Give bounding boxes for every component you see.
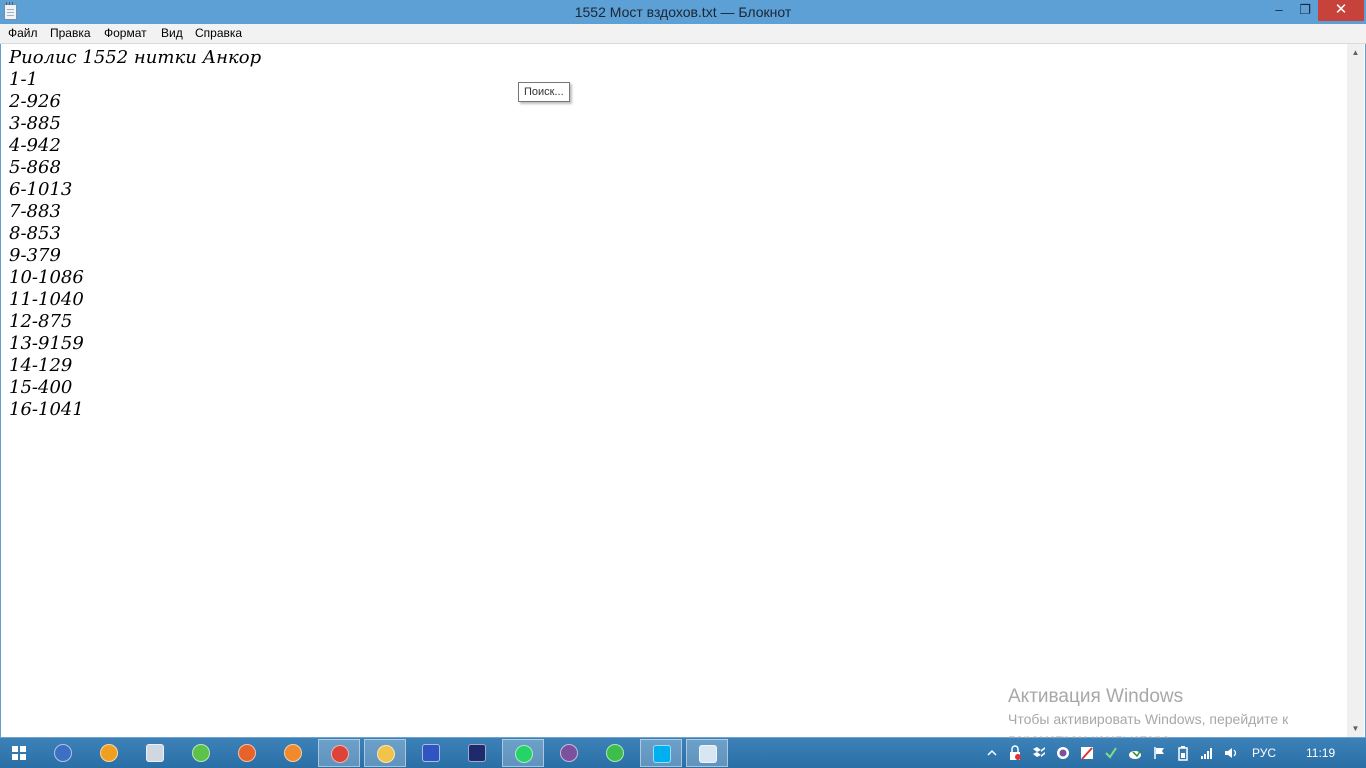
taskbar-app-button[interactable] [180,739,222,767]
antivirus-icon[interactable] [1080,745,1094,761]
whatsapp-icon [515,745,533,763]
menu-edit[interactable]: Правка [44,24,97,44]
taskbar-app-button[interactable] [364,739,406,767]
taskbar-app-button[interactable] [410,739,452,767]
text-line: 11-1040 [9,289,84,310]
text-line: 3-885 [9,113,61,134]
file-explorer-icon [377,745,395,763]
checkmark-icon[interactable] [1104,745,1118,761]
text-line: 15-400 [9,377,73,398]
taskbar-app-button[interactable] [456,739,498,767]
text-line: 2-926 [9,91,61,112]
search-tooltip: Поиск... [518,82,570,102]
taskbar-app-button[interactable] [226,739,268,767]
chevron-up-icon[interactable] [985,745,999,761]
calculator-icon [146,744,164,762]
text-line: 5-868 [9,157,61,178]
scroll-down-arrow[interactable]: ▼ [1347,720,1364,737]
menu-bar: Файл Правка Формат Вид Справка [0,24,1366,44]
text-line: 9-379 [9,245,61,266]
watermark-line: Чтобы активировать Windows, перейдите к [1008,711,1289,727]
clock[interactable]: 11:19 [1306,738,1335,768]
skype-icon [653,745,671,763]
firefox-icon [238,744,256,762]
viber-tray-icon[interactable] [1056,745,1070,761]
title-bar: 1552 Мост вздохов.txt — Блокнот – ❐ ✕ [0,0,1366,24]
text-line: 16-1041 [9,399,84,420]
fm-app-icon [468,744,486,762]
text-line: 7-883 [9,201,61,222]
viber-icon [560,744,578,762]
start-button[interactable] [0,738,38,768]
text-line: 8-853 [9,223,61,244]
notepad-icon [699,745,717,763]
lock-icon[interactable] [1008,745,1022,761]
taskbar-app-button[interactable] [134,739,176,767]
windows-logo-icon [12,746,26,760]
text-line: 12-875 [9,311,73,332]
language-indicator[interactable]: РУС [1252,738,1276,768]
menu-format[interactable]: Формат [98,24,153,44]
watermark-title: Активация Windows [1008,686,1184,707]
taskbar-app-button[interactable] [502,739,544,767]
paint-icon [284,744,302,762]
taskbar-app-button[interactable] [594,739,636,767]
text-line: 14-129 [9,355,73,376]
text-line: 13-9159 [9,333,84,354]
dropbox-icon[interactable] [1032,745,1046,761]
flag-icon[interactable] [1152,745,1166,761]
taskbar-app-button[interactable] [686,739,728,767]
globe-icon [192,744,210,762]
network-cloud-icon[interactable] [1128,745,1142,761]
floppy-save-icon [422,744,440,762]
taskbar: РУС 11:19 [0,738,1366,768]
taskbar-app-button[interactable] [272,739,314,767]
menu-file[interactable]: Файл [2,24,44,44]
taskbar-app-button[interactable] [318,739,360,767]
chrome-icon [331,745,349,763]
text-line: 10-1086 [9,267,84,288]
vertical-scrollbar[interactable]: ▲ ▼ [1347,44,1364,737]
aimp-icon [100,744,118,762]
menu-view[interactable]: Вид [155,24,189,44]
minimize-button[interactable]: – [1266,0,1292,21]
text-editor[interactable]: Риолис 1552 нитки Анкор 1-1 2-926 3-885 … [0,44,1366,747]
signal-icon[interactable] [1200,745,1214,761]
taskbar-app-button[interactable] [42,739,84,767]
restore-button[interactable]: ❐ [1292,0,1318,21]
text-line: 4-942 [9,135,61,156]
menu-help[interactable]: Справка [189,24,248,44]
network-drive-icon [54,744,72,762]
battery-icon[interactable] [1176,745,1190,761]
text-line: 6-1013 [9,179,73,200]
mail-agent-icon [606,744,624,762]
taskbar-app-button[interactable] [548,739,590,767]
window-title: 1552 Мост вздохов.txt — Блокнот [574,4,792,20]
text-line: Риолис 1552 нитки Анкор [9,47,262,68]
taskbar-app-button[interactable] [88,739,130,767]
text-line: 1-1 [9,69,38,90]
speaker-icon[interactable] [1224,745,1238,761]
taskbar-app-button[interactable] [640,739,682,767]
scroll-up-arrow[interactable]: ▲ [1347,44,1364,61]
close-button[interactable]: ✕ [1318,0,1364,21]
document-text[interactable]: Риолис 1552 нитки Анкор 1-1 2-926 3-885 … [9,47,261,421]
